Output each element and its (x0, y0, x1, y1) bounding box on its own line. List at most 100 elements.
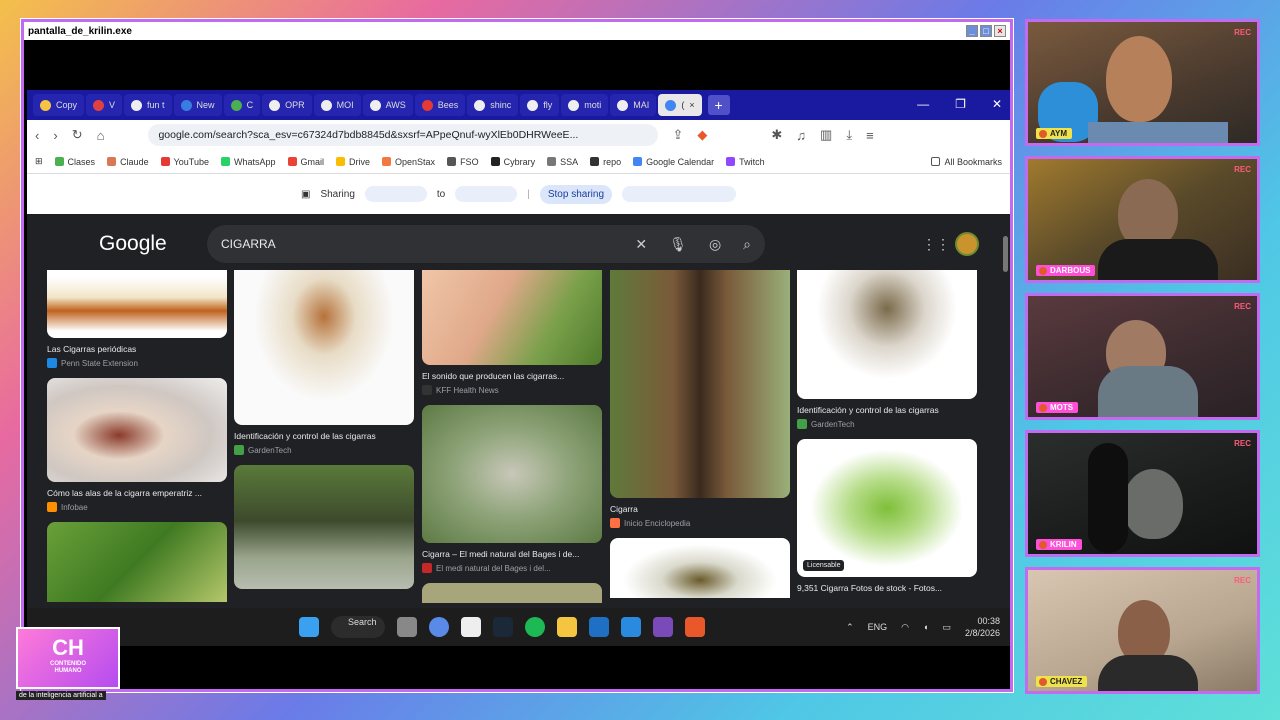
result-image[interactable] (234, 465, 414, 589)
result-source[interactable]: Infobae (47, 502, 227, 512)
volume-icon[interactable]: ◖ (923, 622, 928, 632)
result-image[interactable] (47, 378, 227, 482)
result-caption[interactable]: Cómo las alas de la cigarra emperatriz .… (47, 488, 227, 498)
steam-icon[interactable] (493, 617, 513, 637)
result-image[interactable] (422, 270, 602, 365)
new-tab-button[interactable]: + (707, 95, 730, 115)
search-icon[interactable]: ⌕ (743, 236, 751, 253)
reload-icon[interactable]: ↻ (72, 127, 83, 143)
result-image[interactable] (610, 538, 790, 598)
extension-icon[interactable]: ✱ (771, 127, 782, 143)
sidebar-icon[interactable]: ▥ (820, 127, 832, 143)
avatar[interactable] (955, 232, 979, 256)
result-image[interactable] (422, 583, 602, 603)
task-view-icon[interactable] (397, 617, 417, 637)
result-source[interactable]: KFF Health News (422, 385, 602, 395)
bookmark-item[interactable]: Gmail (287, 157, 324, 167)
result-source[interactable]: Penn State Extension (47, 358, 227, 368)
all-bookmarks[interactable]: All Bookmarks (931, 157, 1002, 167)
browser-tab-active[interactable]: (× (658, 94, 702, 116)
bookmark-item[interactable]: OpenStax (382, 157, 435, 167)
result-source[interactable]: GardenTech (797, 419, 977, 429)
browser-tab[interactable]: MAI (610, 94, 657, 116)
bookmark-item[interactable]: repo (590, 157, 621, 167)
minimize-icon[interactable]: _ (966, 25, 978, 37)
google-logo[interactable]: Google (99, 232, 167, 256)
spotify-icon[interactable] (525, 617, 545, 637)
result-image[interactable] (797, 270, 977, 399)
google-search-box[interactable]: CIGARRA ✕ 🎙 ◎ ⌕ (207, 225, 765, 263)
result-caption[interactable]: Identificación y control de las cigarras (797, 405, 977, 415)
browser-tab[interactable]: fly (520, 94, 560, 116)
microphone-icon[interactable]: 🎙 (669, 236, 687, 253)
clock[interactable]: 00:38 2/8/2026 (965, 615, 1000, 639)
result-caption[interactable]: El sonido que producen las cigarras... (422, 371, 602, 381)
stop-sharing-button[interactable]: Stop sharing (539, 184, 613, 204)
browser-minimize-icon[interactable]: — (917, 97, 929, 111)
close-icon[interactable]: × (994, 25, 1006, 37)
browser-tab[interactable]: New (173, 94, 222, 116)
bookmark-item[interactable]: Clases (54, 157, 95, 167)
forward-icon[interactable]: › (53, 128, 57, 143)
visual-studio-icon[interactable] (653, 617, 673, 637)
bookmark-item[interactable]: WhatsApp (220, 157, 276, 167)
browser-tab[interactable]: V (86, 94, 123, 116)
tray-chevron-icon[interactable]: ⌃ (846, 622, 854, 633)
share-icon[interactable]: ⇪ (672, 127, 683, 143)
browser-restore-icon[interactable]: ❐ (955, 97, 966, 111)
maximize-icon[interactable]: □ (980, 25, 992, 37)
bookmark-item[interactable]: Cybrary (490, 157, 535, 167)
brave-shield-icon[interactable]: ◆ (697, 127, 707, 143)
bookmark-item[interactable]: YouTube (160, 157, 209, 167)
result-caption[interactable]: Cigarra – El medi natural del Bages i de… (422, 549, 602, 559)
brave-icon[interactable] (685, 617, 705, 637)
bookmark-item[interactable]: FSO (447, 157, 479, 167)
result-source[interactable]: El medi natural del Bages i del... (422, 563, 602, 573)
result-image[interactable] (47, 522, 227, 602)
app-icon[interactable] (589, 617, 609, 637)
result-caption[interactable]: Cigarra (610, 504, 790, 514)
bookmark-item[interactable]: SSA (547, 157, 578, 167)
media-icon[interactable]: ♫ (796, 128, 806, 143)
google-apps-icon[interactable]: ⋮⋮ (922, 236, 950, 253)
browser-tab[interactable]: Bees (414, 94, 466, 116)
back-icon[interactable]: ‹ (35, 128, 39, 143)
result-caption[interactable]: Identificación y control de las cigarras (234, 431, 414, 441)
browser-close-icon[interactable]: ✕ (992, 97, 1002, 111)
result-image[interactable] (610, 270, 790, 498)
notion-icon[interactable] (461, 617, 481, 637)
browser-tab[interactable]: shinc (467, 94, 519, 116)
language-indicator[interactable]: ENG (868, 622, 888, 632)
browser-tab[interactable]: OPR (262, 94, 312, 116)
apps-grid-icon[interactable]: ⊞ (35, 156, 43, 167)
browser-tab[interactable]: fun t (124, 94, 172, 116)
result-image[interactable]: Licensable (797, 439, 977, 577)
home-icon[interactable]: ⌂ (97, 128, 105, 143)
browser-tab[interactable]: MOI (313, 94, 361, 116)
bookmark-item[interactable]: Claude (107, 157, 149, 167)
result-source[interactable]: Inicio Enciclopedia (610, 518, 790, 528)
browser-tab[interactable]: Copy (33, 94, 85, 116)
browser-tab[interactable]: AWS (362, 94, 413, 116)
taskbar-search[interactable]: Search (331, 616, 385, 638)
bookmark-item[interactable]: Twitch (726, 157, 765, 167)
menu-icon[interactable]: ≡ (866, 128, 874, 143)
windows-start-icon[interactable] (299, 617, 319, 637)
wifi-icon[interactable]: ◠ (901, 622, 909, 633)
url-field[interactable]: google.com/search?sca_esv=c67324d7bdb884… (148, 124, 659, 146)
file-explorer-icon[interactable] (557, 617, 577, 637)
browser-tab[interactable]: C (223, 94, 261, 116)
download-icon[interactable]: ⤓ (846, 127, 852, 143)
scrollbar[interactable] (1003, 236, 1008, 272)
clear-icon[interactable]: ✕ (635, 236, 647, 253)
lens-icon[interactable]: ◎ (709, 236, 721, 253)
result-caption[interactable]: 9,351 Cigarra Fotos de stock - Fotos... (797, 583, 977, 593)
result-image[interactable] (47, 270, 227, 338)
edge-icon[interactable] (429, 617, 449, 637)
result-image[interactable] (234, 270, 414, 425)
bookmark-item[interactable]: Drive (336, 157, 370, 167)
browser-tab[interactable]: moti (561, 94, 609, 116)
vscode-icon[interactable] (621, 617, 641, 637)
share-hidden-button[interactable] (622, 186, 737, 202)
result-image[interactable] (422, 405, 602, 543)
